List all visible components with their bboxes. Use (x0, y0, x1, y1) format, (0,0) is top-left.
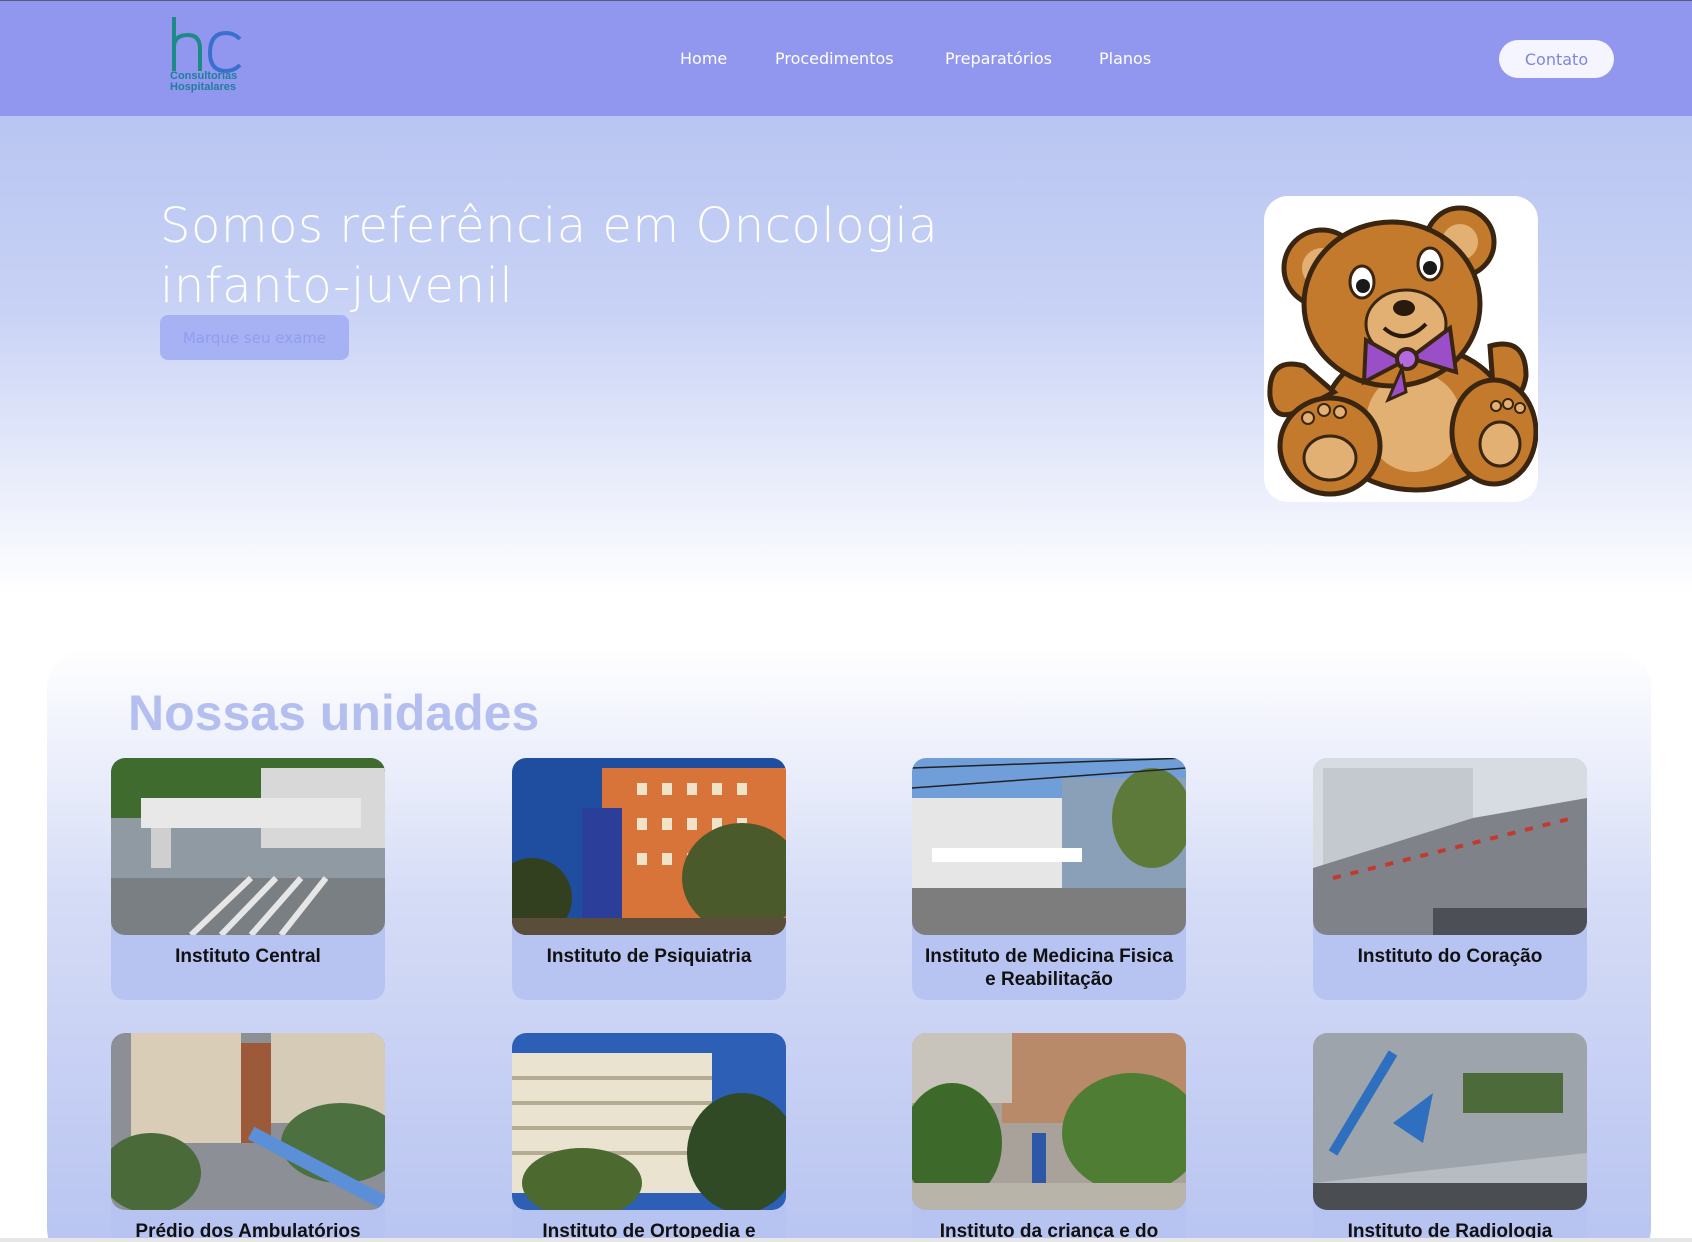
hero-title-line1: Somos referência em Oncologia (160, 198, 939, 254)
unit-label: Instituto de Psiquiatria (546, 946, 752, 967)
unit-card-predio-ambulatorios[interactable]: Prédio dos Ambulatórios (111, 1033, 385, 1242)
hc-logo-icon (172, 17, 242, 73)
unit-photo (1313, 1033, 1587, 1210)
unit-photo (111, 758, 385, 935)
logo-text: Consultorias Hospitalares (170, 71, 237, 93)
unit-card-instituto-ortopedia[interactable]: Instituto de Ortopedia e (512, 1033, 786, 1242)
book-exam-button[interactable]: Marque seu exame (160, 315, 349, 360)
nav-planos[interactable]: Planos (1099, 49, 1151, 68)
units-title: Nossas unidades (128, 685, 540, 741)
unit-photo (1313, 758, 1587, 935)
unit-photo (912, 1033, 1186, 1210)
hero-section: Somos referência em Oncologia infanto-ju… (0, 116, 1692, 596)
contact-button[interactable]: Contato (1499, 40, 1614, 78)
unit-label: Instituto Central (175, 946, 321, 967)
site-header: Consultorias Hospitalares Home Procedime… (0, 0, 1692, 116)
teddy-bear-icon (1267, 205, 1538, 497)
hero-title: Somos referência em Oncologia infanto-ju… (160, 196, 980, 316)
unit-card-instituto-medicina-fisica[interactable]: Instituto de Medicina Fisica e Reabilita… (912, 758, 1186, 1000)
unit-card-instituto-radiologia[interactable]: Instituto de Radiologia (1313, 1033, 1587, 1242)
unit-card-instituto-psiquiatria[interactable]: Instituto de Psiquiatria (512, 758, 786, 1000)
unit-label: Instituto de Medicina Fisica e Reabilita… (924, 946, 1174, 990)
units-section: Nossas unidades Instituto Central Instit… (47, 648, 1651, 1242)
teddy-bear-image (1264, 196, 1538, 502)
logo-line2: Hospitalares (170, 81, 237, 93)
unit-card-instituto-coracao[interactable]: Instituto do Coração (1313, 758, 1587, 1000)
unit-card-instituto-crianca[interactable]: Instituto da criança e do (912, 1033, 1186, 1242)
page-bottom-edge (0, 1238, 1692, 1242)
unit-card-instituto-central[interactable]: Instituto Central (111, 758, 385, 1000)
unit-label: Instituto do Coração (1357, 946, 1543, 967)
nav-procedimentos[interactable]: Procedimentos (775, 49, 894, 68)
logo[interactable]: Consultorias Hospitalares (168, 15, 260, 99)
unit-photo (512, 1033, 786, 1210)
unit-photo (912, 758, 1186, 935)
unit-photo (512, 758, 786, 935)
hero-title-line2: infanto-juvenil (160, 258, 514, 314)
nav-preparatorios[interactable]: Preparatórios (945, 49, 1052, 68)
nav-home[interactable]: Home (680, 49, 727, 68)
unit-photo (111, 1033, 385, 1210)
